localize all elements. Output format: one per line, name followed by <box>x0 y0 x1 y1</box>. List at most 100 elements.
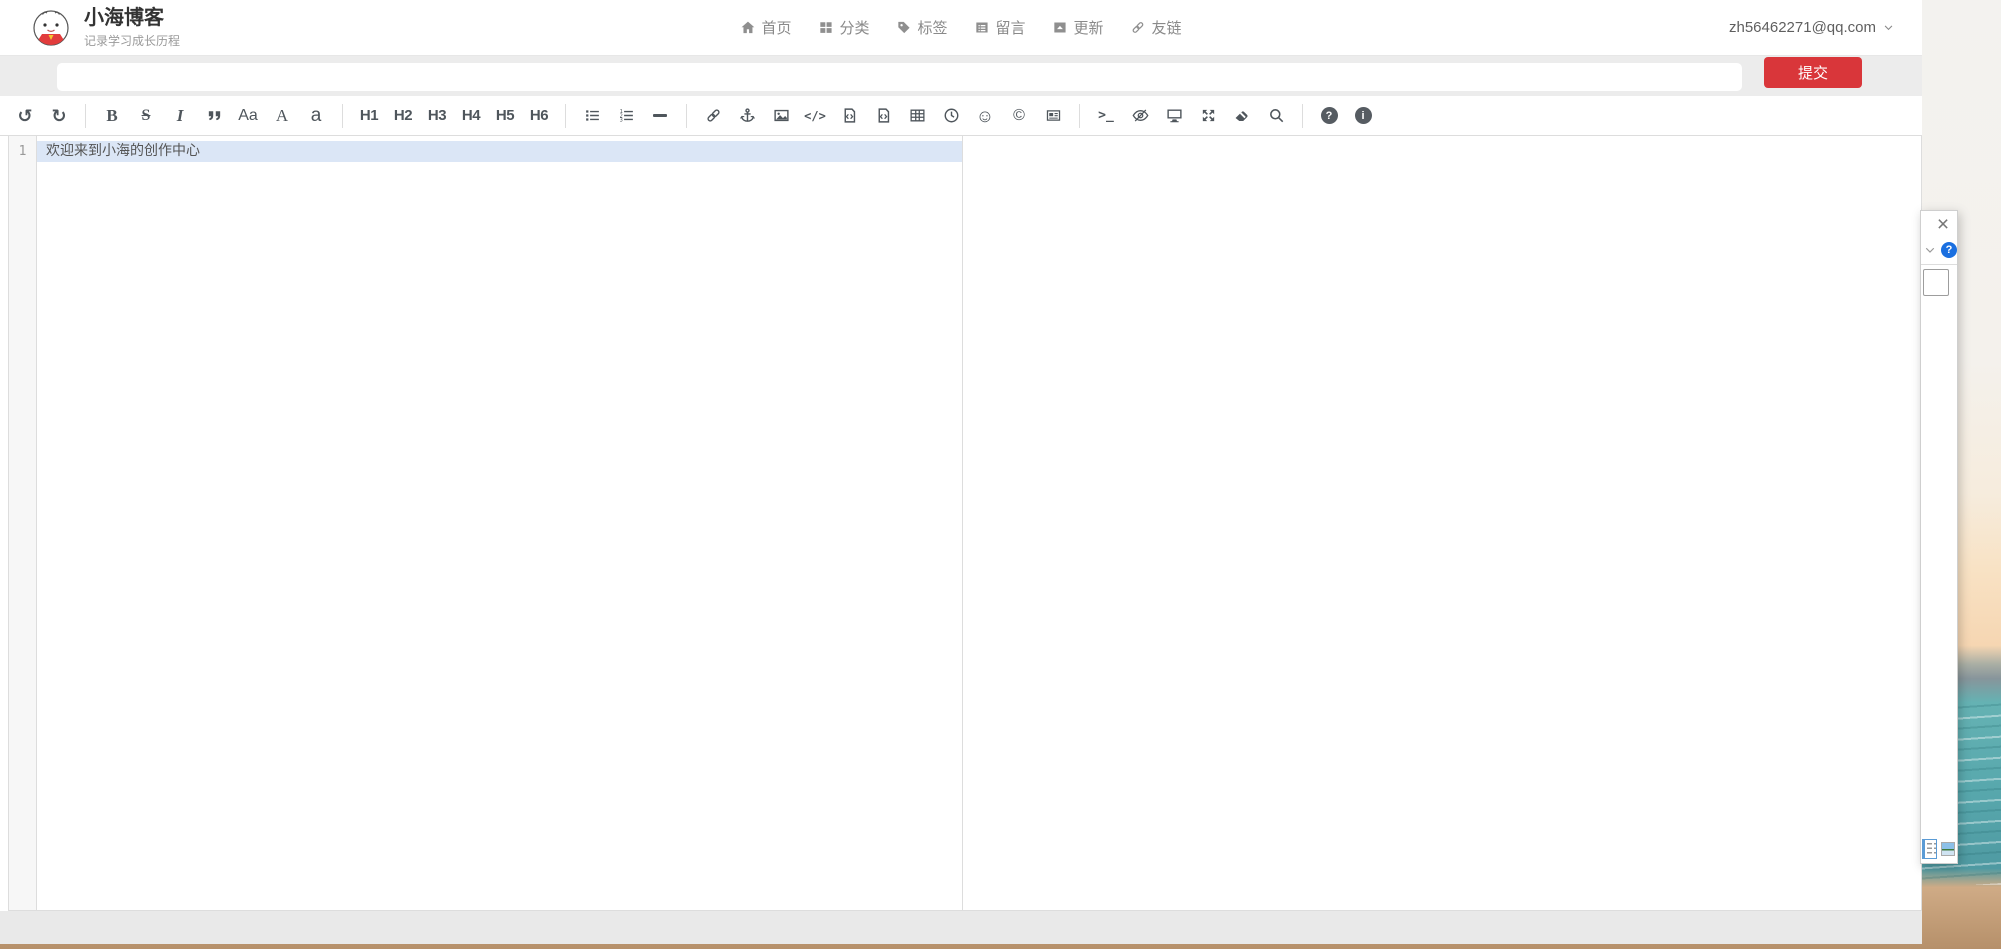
toolbar-help-button[interactable]: ? <box>1314 101 1344 131</box>
message-board-icon <box>975 20 990 35</box>
popup-chevron-down-icon[interactable] <box>1924 244 1936 256</box>
nav-item-categories[interactable]: 分类 <box>818 17 869 38</box>
text-list-mode-icon[interactable] <box>1922 839 1937 859</box>
toolbar-ucwords-button[interactable]: Aa <box>233 101 263 131</box>
tag-icon <box>896 20 911 35</box>
table-icon <box>909 107 926 124</box>
uppercase-icon: A <box>276 107 288 124</box>
toolbar-html-entities-button[interactable]: © <box>1004 101 1034 131</box>
pagebreak-icon <box>1045 107 1062 124</box>
nav-item-friend-links[interactable]: 友链 <box>1131 17 1182 38</box>
toolbar-watch-button[interactable] <box>1125 101 1155 131</box>
code-icon: </> <box>804 110 826 122</box>
toolbar-h2-button[interactable]: H2 <box>388 101 418 131</box>
toolbar-quote-button[interactable] <box>199 101 229 131</box>
toolbar-list-ol-button[interactable] <box>611 101 641 131</box>
strikethrough-icon: S <box>142 108 151 124</box>
line-number: 1 <box>9 141 36 162</box>
main-nav: 首页 分类 标签 留言 更新 友链 <box>740 17 1181 38</box>
code-block-icon <box>875 107 892 124</box>
reference-link-icon <box>739 107 756 124</box>
toolbar-code-block-button[interactable] <box>868 101 898 131</box>
nav-item-label: 首页 <box>761 17 791 38</box>
site-header: 小海博客 记录学习成长历程 首页 分类 标签 留言 更新 友链 zh56462271@qq… <box>0 0 1922 56</box>
toolbar-h6-button[interactable]: H6 <box>524 101 554 131</box>
popup-close-button[interactable]: × <box>1931 214 1955 236</box>
popup-header-row: ? <box>1921 236 1957 264</box>
toolbar-divider <box>565 104 566 128</box>
toolbar-clear-button[interactable] <box>1227 101 1257 131</box>
toolbar-redo-button[interactable]: ↻ <box>44 101 74 131</box>
link-icon <box>1131 20 1146 35</box>
toolbar-image-button[interactable] <box>766 101 796 131</box>
post-title-input[interactable] <box>57 63 1742 91</box>
search-icon <box>1268 107 1285 124</box>
toolbar-undo-button[interactable]: ↺ <box>10 101 40 131</box>
toolbar-lowercase-button[interactable]: a <box>301 101 331 131</box>
toolbar-h5-button[interactable]: H5 <box>490 101 520 131</box>
home-icon <box>740 20 755 35</box>
toolbar-preformatted-text-button[interactable] <box>834 101 864 131</box>
watch-icon <box>1132 107 1149 124</box>
chevron-down-icon <box>1883 22 1894 33</box>
preview-pane <box>963 136 1921 910</box>
editor-toolbar: ↺ ↻ BSI Aa Aa H1H2H3H4 H5 H6 </> ☺ © >_? i <box>0 96 1922 136</box>
toolbar-h3-button[interactable]: H3 <box>422 101 452 131</box>
nav-item-label: 友链 <box>1152 17 1182 38</box>
toolbar-search-button[interactable] <box>1261 101 1291 131</box>
code-line[interactable]: 欢迎来到小海的创作中心 <box>37 141 962 162</box>
ucwords-icon: Aa <box>238 108 258 124</box>
h5-icon: H5 <box>496 108 514 123</box>
code-pane[interactable]: 欢迎来到小海的创作中心 <box>37 136 963 910</box>
toolbar-table-button[interactable] <box>902 101 932 131</box>
page-footer <box>0 911 1922 944</box>
toolbar-bold-button[interactable]: B <box>97 101 127 131</box>
nav-item-home[interactable]: 首页 <box>740 17 791 38</box>
toolbar-reference-link-button[interactable] <box>732 101 762 131</box>
toolbar-emoji-button[interactable]: ☺ <box>970 101 1000 131</box>
toolbar-divider <box>85 104 86 128</box>
list-ol-icon <box>618 107 635 124</box>
popup-help-button[interactable]: ? <box>1941 242 1957 258</box>
submit-button[interactable]: 提交 <box>1764 57 1862 88</box>
toolbar-italic-button[interactable]: I <box>165 101 195 131</box>
toolbar-preview-button[interactable] <box>1159 101 1189 131</box>
nav-item-messages[interactable]: 留言 <box>975 17 1026 38</box>
html-entities-icon: © <box>1013 108 1025 124</box>
toolbar-strikethrough-button[interactable]: S <box>131 101 161 131</box>
site-subtitle: 记录学习成长历程 <box>84 32 180 49</box>
toolbar-code-button[interactable]: </> <box>800 101 830 131</box>
toolbar-goto-line-button[interactable]: >_ <box>1091 101 1121 131</box>
toolbar-list-ul-button[interactable] <box>577 101 607 131</box>
popup-input[interactable] <box>1923 269 1949 296</box>
link-icon <box>705 107 722 124</box>
toolbar-link-button[interactable] <box>698 101 728 131</box>
info-icon: i <box>1355 107 1372 124</box>
toolbar-pagebreak-button[interactable] <box>1038 101 1068 131</box>
toolbar-h4-button[interactable]: H4 <box>456 101 486 131</box>
undo-icon: ↺ <box>17 107 32 125</box>
lowercase-icon: a <box>311 106 322 125</box>
markdown-editor: 1 欢迎来到小海的创作中心 <box>8 136 1922 911</box>
toolbar-divider <box>686 104 687 128</box>
toolbar-divider <box>1079 104 1080 128</box>
nav-item-tags[interactable]: 标签 <box>896 17 947 38</box>
toolbar-hr-button[interactable] <box>645 101 675 131</box>
toolbar-datetime-button[interactable] <box>936 101 966 131</box>
toolbar-h1-button[interactable]: H1 <box>354 101 384 131</box>
site-title: 小海博客 <box>84 7 180 29</box>
toolbar-fullscreen-button[interactable] <box>1193 101 1223 131</box>
nav-item-label: 更新 <box>1074 17 1104 38</box>
site-meta: 小海博客 记录学习成长历程 <box>84 7 180 49</box>
nav-item-updates[interactable]: 更新 <box>1053 17 1104 38</box>
preformatted-text-icon <box>841 107 858 124</box>
site-avatar[interactable] <box>33 10 69 46</box>
user-account-menu[interactable]: zh56462271@qq.com <box>1729 19 1894 36</box>
image-mode-icon[interactable] <box>1941 842 1955 856</box>
fullscreen-icon <box>1200 107 1217 124</box>
datetime-icon <box>943 107 960 124</box>
line-number-gutter: 1 <box>9 136 37 910</box>
h6-icon: H6 <box>530 108 548 123</box>
toolbar-info-button[interactable]: i <box>1348 101 1378 131</box>
toolbar-uppercase-button[interactable]: A <box>267 101 297 131</box>
